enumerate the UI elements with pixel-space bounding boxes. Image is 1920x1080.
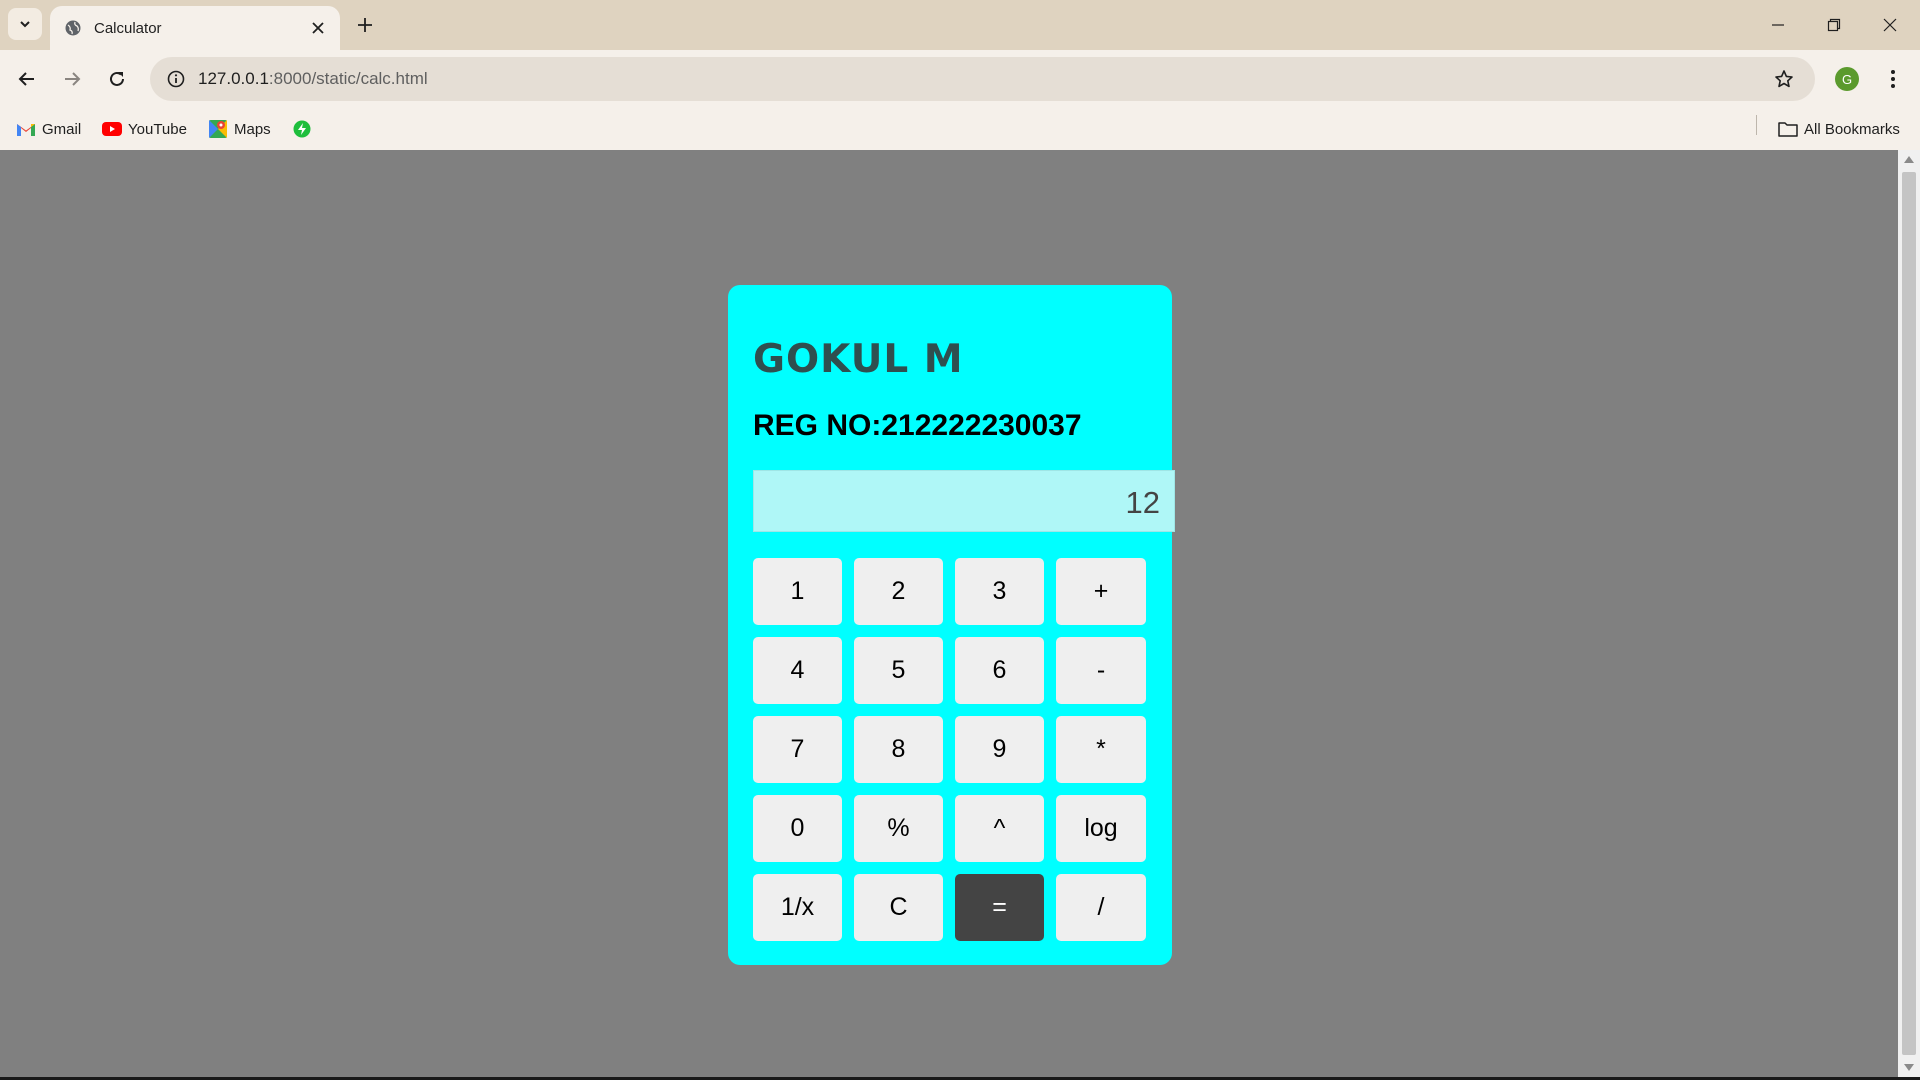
address-bar[interactable]: 127.0.0.1:8000/static/calc.html (150, 57, 1815, 101)
url-host: 127.0.0.1 (198, 69, 269, 88)
key-6[interactable]: 6 (955, 637, 1044, 704)
bookmark-label: Maps (234, 120, 271, 138)
browser-menu-button[interactable] (1876, 62, 1910, 96)
registration-number: REG NO:212222230037 (753, 409, 1082, 442)
minimize-button[interactable] (1750, 0, 1806, 50)
forward-button[interactable] (55, 62, 89, 96)
key-multiply[interactable]: * (1056, 716, 1146, 783)
bookmark-star-button[interactable] (1767, 62, 1801, 96)
key-power[interactable]: ^ (955, 795, 1044, 862)
all-bookmarks-button[interactable]: All Bookmarks (1774, 115, 1904, 143)
scroll-down-arrow-icon[interactable] (1904, 1064, 1914, 1071)
key-plus[interactable]: + (1056, 558, 1146, 625)
tab-close-button[interactable] (304, 14, 332, 42)
close-icon (312, 22, 324, 34)
folder-icon (1778, 119, 1798, 139)
bookmark-bolt[interactable] (288, 115, 322, 143)
bookmark-gmail[interactable]: Gmail (12, 115, 85, 143)
reload-icon (110, 71, 124, 86)
key-4[interactable]: 4 (753, 637, 842, 704)
active-tab[interactable]: Calculator (50, 6, 340, 50)
all-bookmarks-label: All Bookmarks (1804, 120, 1900, 138)
key-8[interactable]: 8 (854, 716, 943, 783)
key-1[interactable]: 1 (753, 558, 842, 625)
key-5[interactable]: 5 (854, 637, 943, 704)
browser-toolbar: 127.0.0.1:8000/static/calc.html G (0, 50, 1920, 108)
scrollbar-thumb[interactable] (1902, 172, 1916, 1055)
more-vert-icon (1891, 70, 1895, 88)
tab-search-button[interactable] (8, 8, 42, 40)
key-2[interactable]: 2 (854, 558, 943, 625)
key-0[interactable]: 0 (753, 795, 842, 862)
key-clear[interactable]: C (854, 874, 943, 941)
tab-strip: Calculator (0, 0, 1920, 50)
key-reciprocal[interactable]: 1/x (753, 874, 842, 941)
calculator-display[interactable]: 12 (753, 470, 1175, 532)
tab-title: Calculator (94, 19, 162, 37)
key-9[interactable]: 9 (955, 716, 1044, 783)
globe-icon (64, 19, 82, 37)
scroll-up-arrow-icon[interactable] (1904, 156, 1914, 163)
youtube-icon (102, 119, 122, 139)
close-icon (1883, 18, 1897, 32)
url-path: :8000/static/calc.html (268, 69, 428, 88)
close-window-button[interactable] (1862, 0, 1918, 50)
calculator: GOKUL M REG NO:212222230037 12 1 2 3 + 4… (728, 285, 1175, 965)
back-button[interactable] (10, 62, 44, 96)
bookmark-label: Gmail (42, 120, 82, 138)
key-minus[interactable]: - (1056, 637, 1146, 704)
bookmark-label: YouTube (128, 120, 187, 138)
plus-icon (358, 18, 372, 32)
vertical-scrollbar[interactable] (1898, 150, 1920, 1077)
maps-icon (208, 119, 228, 139)
key-divide[interactable]: / (1056, 874, 1146, 941)
site-info-icon[interactable] (162, 65, 190, 93)
bookmarks-separator (1756, 115, 1757, 135)
url-text[interactable]: 127.0.0.1:8000/static/calc.html (198, 69, 1767, 89)
profile-avatar[interactable]: G (1835, 67, 1859, 91)
keypad: 1 2 3 + 4 5 6 - 7 8 9 * 0 % ^ log 1/x C … (753, 558, 1147, 941)
star-icon (1775, 70, 1793, 88)
minimize-icon (1772, 24, 1784, 26)
key-log[interactable]: log (1056, 795, 1146, 862)
bookmark-youtube[interactable]: YouTube (98, 115, 191, 143)
restore-icon (1827, 18, 1841, 32)
bookmark-maps[interactable]: Maps (204, 115, 275, 143)
arrow-right-icon (65, 72, 81, 86)
key-3[interactable]: 3 (955, 558, 1044, 625)
calculator-heading: GOKUL M (753, 337, 964, 382)
bookmarks-bar: Gmail YouTube Maps All Bookmarks (0, 108, 1920, 150)
key-7[interactable]: 7 (753, 716, 842, 783)
arrow-left-icon (18, 72, 34, 86)
bolt-icon (292, 119, 312, 139)
reload-button[interactable] (100, 62, 134, 96)
chevron-down-icon (20, 21, 30, 28)
key-equals[interactable]: = (955, 874, 1044, 941)
key-percent[interactable]: % (854, 795, 943, 862)
new-tab-button[interactable] (350, 10, 380, 40)
restore-button[interactable] (1806, 0, 1862, 50)
gmail-icon (16, 119, 36, 139)
